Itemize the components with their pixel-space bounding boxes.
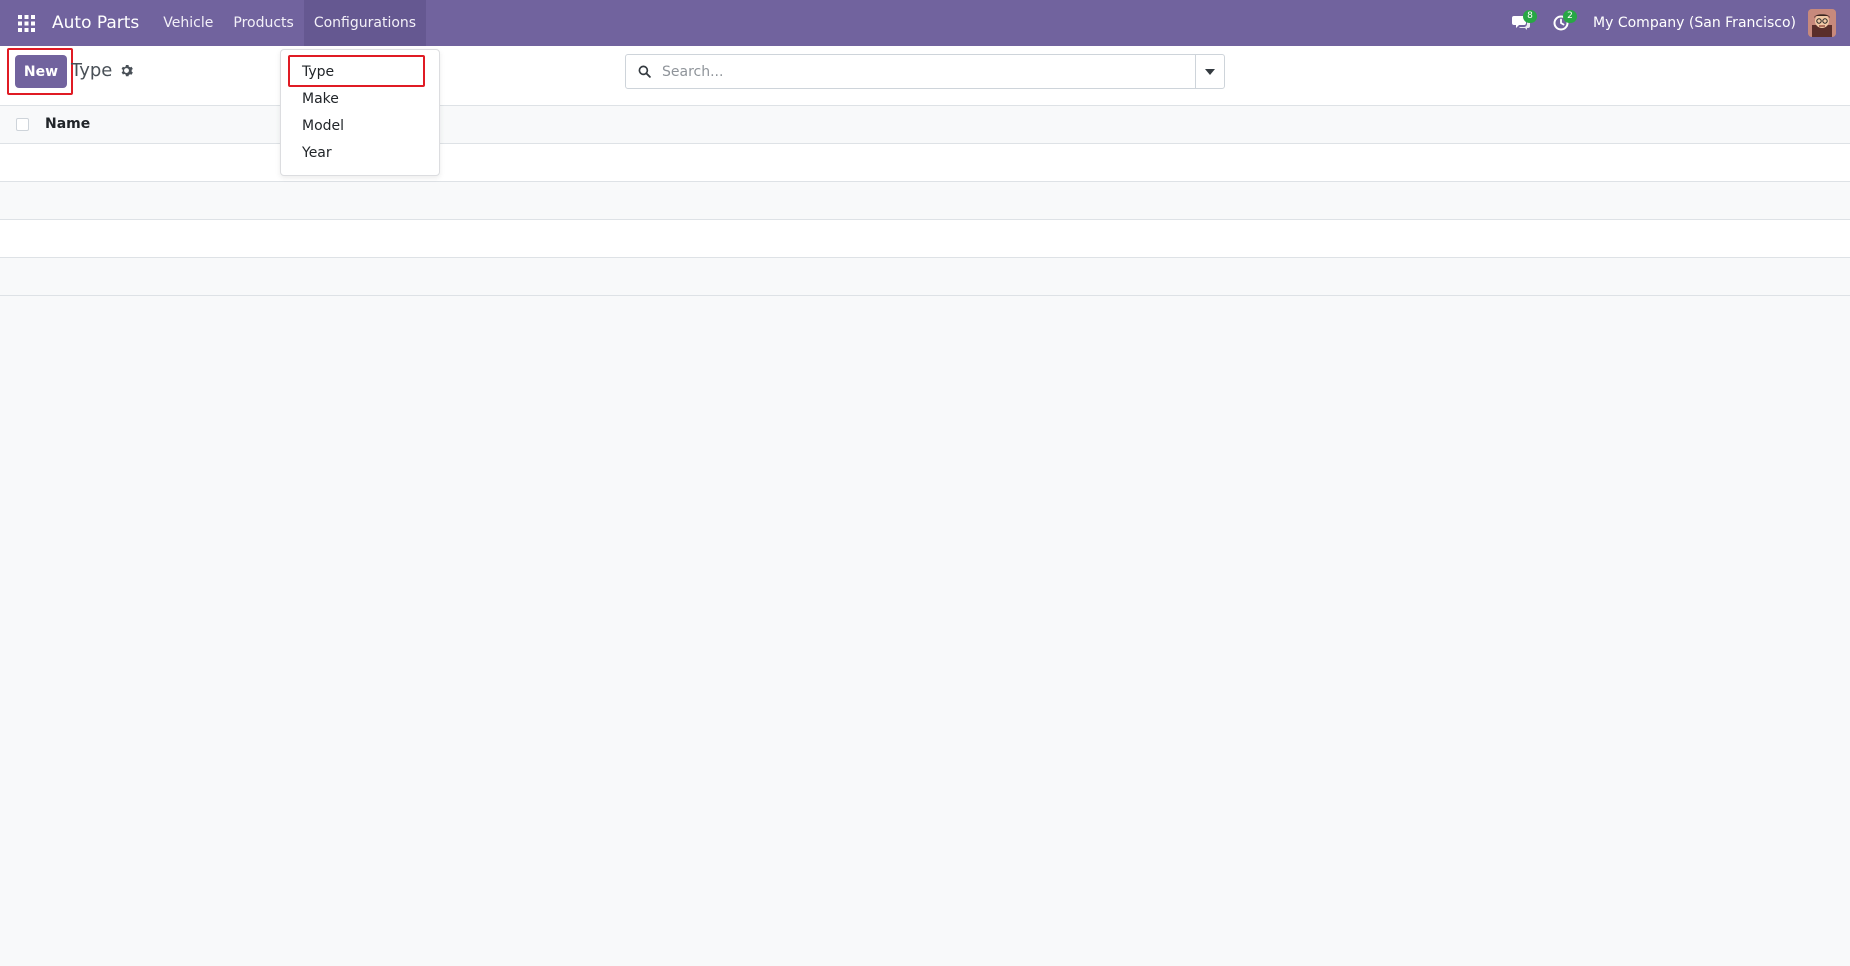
dropdown-item-type[interactable]: Type xyxy=(302,64,334,80)
messages-badge: 8 xyxy=(1523,10,1538,23)
dropdown-item-model[interactable]: Model xyxy=(302,118,344,134)
page-title: Type xyxy=(71,60,113,81)
gear-icon[interactable] xyxy=(120,64,134,77)
messages-button[interactable]: 8 xyxy=(1501,0,1541,46)
control-panel: New Type xyxy=(0,46,1850,106)
top-navbar: Auto Parts Vehicle Products Configuratio… xyxy=(0,0,1850,46)
list-row xyxy=(0,182,1850,220)
menu-products[interactable]: Products xyxy=(223,0,303,46)
search-icon-wrap xyxy=(626,65,662,78)
search-bar xyxy=(625,54,1225,89)
search-icon xyxy=(638,65,651,78)
menu-vehicle[interactable]: Vehicle xyxy=(153,0,223,46)
list-header: Name xyxy=(0,106,1850,144)
select-all-checkbox[interactable] xyxy=(16,118,29,131)
list-row xyxy=(0,258,1850,296)
activities-button[interactable]: 2 xyxy=(1541,0,1581,46)
new-button[interactable]: New xyxy=(15,55,67,88)
dropdown-item-year[interactable]: Year xyxy=(302,145,332,161)
search-options-toggle[interactable] xyxy=(1195,55,1224,88)
search-input[interactable] xyxy=(662,56,1195,87)
menu-configurations[interactable]: Configurations xyxy=(303,0,427,46)
app-name[interactable]: Auto Parts xyxy=(52,13,139,33)
avatar-image xyxy=(1808,9,1836,37)
user-avatar[interactable] xyxy=(1808,9,1836,37)
list-view: Name xyxy=(0,106,1850,296)
systray: 8 2 My Company (San Francisco) xyxy=(1501,0,1850,46)
caret-down-icon xyxy=(1205,68,1215,75)
list-row xyxy=(0,220,1850,258)
configurations-dropdown: Type Make Model Year xyxy=(280,49,440,176)
list-row xyxy=(0,144,1850,182)
grid-icon xyxy=(17,14,35,32)
apps-menu-button[interactable] xyxy=(0,0,52,46)
breadcrumb: Type xyxy=(71,60,134,81)
column-header-name[interactable]: Name xyxy=(45,116,90,132)
activities-badge: 2 xyxy=(1563,10,1578,23)
dropdown-item-make[interactable]: Make xyxy=(302,91,339,107)
company-switcher[interactable]: My Company (San Francisco) xyxy=(1593,15,1796,31)
